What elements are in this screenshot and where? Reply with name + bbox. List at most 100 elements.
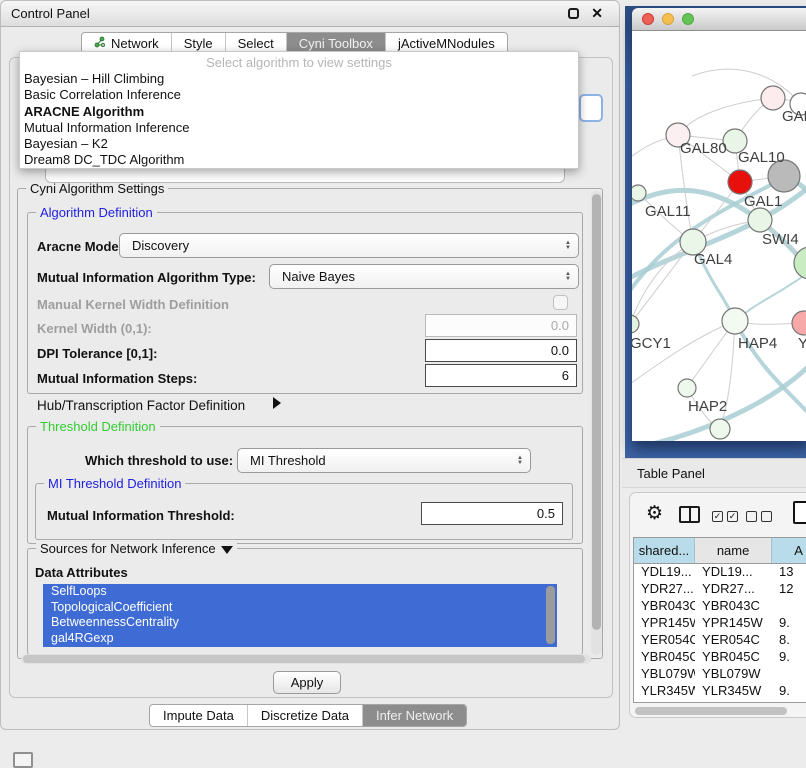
table-row[interactable]: YBR043CYBR043C [634, 598, 806, 615]
network-node[interactable] [710, 419, 730, 439]
network-node[interactable] [632, 315, 639, 333]
table-column-header[interactable]: A [772, 538, 806, 563]
dropdown-option[interactable]: Mutual Information Inference [20, 120, 578, 136]
table-row[interactable]: YPR145WYPR145W9. [634, 615, 806, 632]
tab-impute-data[interactable]: Impute Data [150, 705, 247, 726]
network-edge[interactable] [678, 98, 773, 135]
node-label: GAL11 [645, 203, 691, 220]
table-row[interactable]: YER054CYER054C8. [634, 632, 806, 649]
network-window-titlebar[interactable] [632, 8, 806, 31]
table-header-row: shared...nameA [634, 538, 806, 564]
gear-icon[interactable]: ⚙ [646, 502, 663, 524]
data-attribute-item[interactable]: TopologicalCoefficient [43, 600, 557, 616]
dropdown-option[interactable]: Dream8 DC_TDC Algorithm [20, 152, 578, 168]
deselect-all-columns-icon[interactable] [746, 511, 772, 522]
node-label: GAL4 [694, 251, 732, 268]
settings-group-title: Cyni Algorithm Settings [26, 181, 168, 196]
node-label: GAL80 [680, 140, 727, 157]
collapse-down-icon[interactable] [221, 546, 233, 554]
node-label: GAL1 [744, 193, 782, 210]
threshold-definition-title: Threshold Definition [36, 419, 160, 434]
network-node[interactable] [792, 311, 806, 335]
close-traffic-light-icon[interactable] [642, 13, 654, 25]
dropdown-option[interactable]: Basic Correlation Inference [20, 87, 578, 103]
kernel-width-field[interactable]: 0.0 [425, 314, 577, 337]
table-horizontal-scrollbar[interactable] [635, 707, 806, 715]
table-row[interactable]: YIL052CYIL052C9 [634, 700, 806, 703]
panel-title: Control Panel [11, 6, 90, 21]
node-label: SWI4 [762, 231, 799, 248]
table-cell: 9. [772, 683, 806, 700]
network-edge[interactable] [736, 271, 806, 321]
manual-kernel-label: Manual Kernel Width Definition [37, 297, 229, 312]
data-attributes-list[interactable]: SelfLoopsTopologicalCoefficientBetweenne… [43, 584, 557, 647]
scrollbar-thumb[interactable] [592, 194, 601, 630]
select-all-columns-icon[interactable]: ✓ ✓ [712, 511, 738, 522]
dpi-tolerance-field[interactable]: 0.0 [425, 339, 577, 362]
table-cell: YBR043C [695, 598, 772, 615]
tab-discretize-data[interactable]: Discretize Data [247, 705, 362, 726]
network-node[interactable] [761, 86, 785, 110]
stepper-arrows-icon: ▲▼ [565, 241, 571, 251]
mi-threshold-field[interactable]: 0.5 [421, 502, 563, 525]
data-attribute-item[interactable]: BetweennessCentrality [43, 615, 557, 631]
node-label: GAL [782, 108, 806, 125]
network-canvas[interactable]: GALGAL80GAL10GAL11GAL1SWI4GAL4GCY1HAP4YH… [632, 31, 806, 441]
settings-vertical-scrollbar[interactable] [591, 191, 602, 655]
aracne-mode-combobox[interactable]: Discovery ▲▼ [119, 233, 579, 258]
list-scrollbar[interactable] [546, 586, 555, 644]
table-row[interactable]: YDL19...YDL19...13 [634, 564, 806, 581]
apply-button[interactable]: Apply [273, 671, 341, 694]
zoom-traffic-light-icon[interactable] [682, 13, 694, 25]
close-icon[interactable]: ✕ [591, 5, 603, 22]
table-row[interactable]: YBL079WYBL079W [634, 666, 806, 683]
network-node[interactable] [678, 379, 696, 397]
dropdown-option[interactable]: Bayesian – Hill Climbing [20, 71, 578, 87]
table-column-header[interactable]: name [695, 538, 772, 563]
table-cell: 9. [772, 615, 806, 632]
tab-infer-network[interactable]: Infer Network [362, 705, 466, 726]
minimize-traffic-light-icon[interactable] [662, 13, 674, 25]
column-view-icon[interactable] [679, 506, 700, 523]
table-column-header[interactable]: shared... [634, 538, 695, 563]
table-cell: YIL052C [695, 700, 772, 703]
table-cell: YBR043C [634, 598, 695, 615]
scrollbar-thumb[interactable] [23, 655, 585, 663]
tab-label: Select [238, 36, 274, 51]
minimized-panel-icon[interactable] [13, 752, 33, 768]
algorithm-combo-fragment[interactable] [579, 94, 603, 122]
algorithm-dropdown-list: Select algorithm to view settings Bayesi… [19, 51, 579, 169]
network-node[interactable] [728, 170, 752, 194]
manual-kernel-checkbox[interactable] [553, 295, 568, 310]
network-node[interactable] [748, 208, 772, 232]
mi-threshold-label: Mutual Information Threshold: [47, 508, 235, 523]
table-cell [772, 598, 806, 615]
tab-label: Impute Data [163, 708, 234, 723]
scrollbar-thumb[interactable] [635, 707, 787, 715]
document-icon[interactable] [793, 501, 806, 524]
dropdown-option[interactable]: ARACNE Algorithm [20, 104, 578, 120]
data-attributes-label: Data Attributes [35, 565, 128, 580]
data-attribute-item[interactable]: SelfLoops [43, 584, 557, 600]
expand-right-icon[interactable] [273, 397, 281, 409]
network-node[interactable] [632, 185, 646, 201]
dropdown-option[interactable]: Bayesian – K2 [20, 136, 578, 152]
which-threshold-combobox[interactable]: MI Threshold ▲▼ [237, 448, 531, 473]
mi-type-combobox[interactable]: Naive Bayes ▲▼ [269, 264, 579, 289]
table-row[interactable]: YDR27...YDR27...12 [634, 581, 806, 598]
aracne-mode-value: Discovery [120, 238, 189, 253]
node-label: GCY1 [632, 335, 671, 352]
table-cell: YBL079W [634, 666, 695, 683]
mi-threshold-title: MI Threshold Definition [44, 476, 185, 491]
hub-section-label[interactable]: Hub/Transcription Factor Definition [37, 398, 245, 413]
table-cell: YDR27... [695, 581, 772, 598]
which-threshold-label: Which threshold to use: [85, 453, 233, 468]
mi-steps-field[interactable]: 6 [425, 364, 577, 387]
node-attribute-table[interactable]: shared...nameA YDL19...YDL19...13YDR27..… [633, 537, 806, 703]
network-node[interactable] [722, 308, 748, 334]
table-row[interactable]: YLR345WYLR345W9. [634, 683, 806, 700]
settings-horizontal-scrollbar[interactable] [21, 654, 591, 664]
data-attribute-item[interactable]: gal4RGexp [43, 631, 557, 647]
float-window-icon[interactable] [568, 8, 579, 19]
table-row[interactable]: YBR045CYBR045C9. [634, 649, 806, 666]
